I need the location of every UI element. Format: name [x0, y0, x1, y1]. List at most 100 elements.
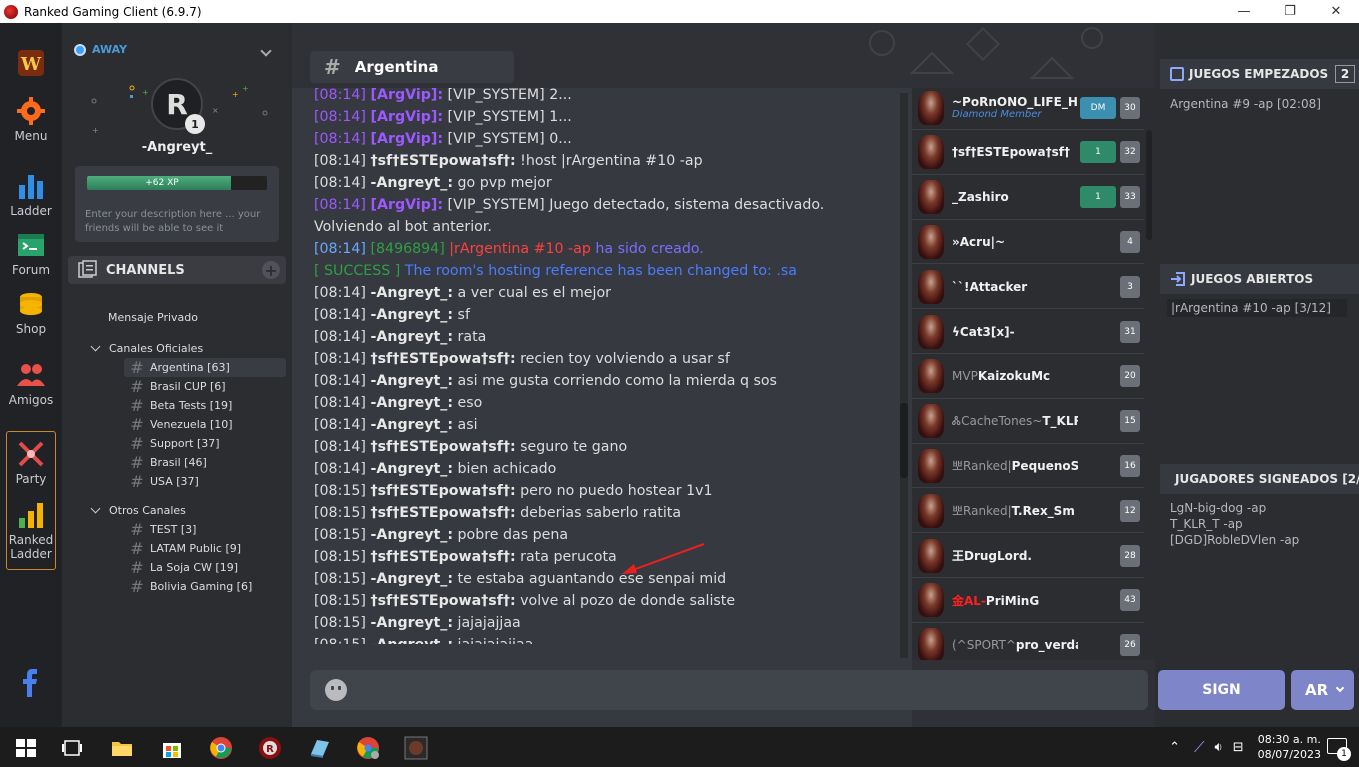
message-text: [VIP_SYSTEM] 2... — [447, 87, 572, 103]
hash-icon: # — [130, 415, 144, 434]
open-game-item[interactable]: |rArgentina #10 -ap [3/12] — [1171, 300, 1343, 316]
chat-message: [08:14] -Angreyt_: rata — [314, 326, 894, 348]
group-official[interactable]: Canales Oficiales — [62, 339, 292, 358]
user-prefix: 뽀Ranked| — [952, 504, 1012, 519]
channel-item[interactable]: # USA [37] — [124, 472, 286, 491]
channel-item[interactable]: # TEST [3] — [124, 520, 286, 539]
channel-item[interactable]: # La Soja CW [19] — [124, 558, 286, 577]
message-timestamp: [08:14] — [314, 241, 366, 257]
network-icon[interactable]: ⊟ — [1233, 740, 1244, 755]
nav-party[interactable]: Party — [0, 439, 62, 486]
message-author: †sf†ESTEpowa†sf†: — [370, 153, 516, 169]
chevron-up-icon[interactable]: ⌃ — [1169, 740, 1180, 755]
message-input[interactable] — [310, 670, 1148, 710]
message-author: -Angreyt_: — [370, 527, 454, 543]
emoji-icon[interactable] — [325, 679, 347, 701]
clock[interactable]: 08:30 a. m. 08/07/2023 — [1258, 732, 1321, 762]
channel-item[interactable]: # LATAM Public [9] — [124, 539, 286, 558]
message-text: eso — [457, 395, 483, 411]
user-list-scrollbar[interactable] — [1146, 90, 1152, 658]
user-name-text: KaizokuMc — [977, 369, 1051, 384]
private-message-item[interactable]: Mensaje Privado — [62, 303, 292, 331]
user-row[interactable]: 뽀Ranked|PequenoS 16 — [912, 444, 1144, 489]
started-game-item[interactable]: Argentina #9 -ap [02:08] — [1170, 96, 1321, 112]
feather-icon[interactable]: ⟋ — [1194, 738, 1205, 756]
channel-item[interactable]: # Venezuela [10] — [124, 415, 286, 434]
channel-item[interactable]: # Brasil [46] — [124, 453, 286, 472]
warcraft-game-icon[interactable] — [404, 736, 428, 760]
nav-menu[interactable]: Menu — [0, 96, 62, 143]
user-scroll-thumb[interactable] — [1146, 130, 1152, 240]
nav-ranked-ladder[interactable]: Ranked Ladder — [0, 500, 62, 561]
close-button[interactable]: ✕ — [1313, 0, 1359, 23]
chat-scroll-thumb[interactable] — [900, 403, 908, 478]
left-nav: W Menu Ladder Forum Shop Amigos Party Ra… — [0, 23, 62, 727]
user-name: _Zashiro — [952, 190, 1078, 204]
user-row[interactable]: 金AL-PriMinG 43 — [912, 579, 1144, 623]
user-row[interactable]: ~PoRnONO_LIFE_HIGDiamond MemberDM30 — [912, 88, 1144, 130]
nav-ladder[interactable]: Ladder — [0, 171, 62, 218]
signed-player-item[interactable]: [DGD]RobleDVlen -ap — [1170, 532, 1299, 548]
user-avatar-icon — [918, 314, 944, 349]
chat-area: # Argentina [08:14] [ArgVip]: [VIP_SYSTE… — [292, 23, 1156, 727]
chrome-icon[interactable] — [209, 736, 233, 760]
status-selector[interactable]: AWAY — [74, 43, 127, 56]
notification-count: 1 — [1337, 747, 1351, 761]
user-row[interactable]: 王DrugLord. 28 — [912, 534, 1144, 578]
user-row[interactable]: ``!Attacker 3 — [912, 265, 1144, 310]
user-row[interactable]: (^SPORT^pro_verda 26 — [912, 624, 1144, 660]
channel-item[interactable]: # Argentina [63] — [124, 358, 286, 377]
message-timestamp: [08:14] — [314, 307, 366, 323]
description-input[interactable]: Enter your description here ... your fri… — [85, 208, 275, 236]
store-icon[interactable] — [160, 736, 184, 760]
user-prefix: 뽀Ranked| — [952, 459, 1012, 474]
svg-text:+: + — [92, 126, 99, 135]
maximize-button[interactable]: ❐ — [1267, 0, 1313, 23]
warcraft-logo[interactable]: W — [0, 48, 62, 81]
chat-scrollbar[interactable] — [900, 93, 908, 658]
user-row[interactable]: _Zashiro 1 33 — [912, 176, 1144, 220]
channel-item[interactable]: # Support [37] — [124, 434, 286, 453]
task-view-icon[interactable] — [60, 736, 84, 760]
signed-player-item[interactable]: LgN-big-dog -ap — [1170, 500, 1299, 516]
user-row[interactable]: MVPKaizokuMc 20 — [912, 355, 1144, 399]
coins-icon — [20, 293, 42, 315]
channel-item[interactable]: # Brasil CUP [6] — [124, 377, 286, 396]
tab-argentina[interactable]: # Argentina — [310, 51, 514, 83]
ranked-client-icon[interactable]: R — [258, 736, 282, 760]
avatar[interactable]: R 1 — [151, 78, 205, 134]
channel-item[interactable]: # Bolivia Gaming [6] — [124, 577, 286, 596]
user-row[interactable]: ϟCat3[x]- 31 — [912, 310, 1144, 354]
nav-amigos[interactable]: Amigos — [0, 360, 62, 407]
user-row[interactable]: †sf†ESTEpowa†sf† 1 32 — [912, 131, 1144, 175]
facebook-link[interactable] — [0, 668, 62, 701]
user-row[interactable]: ᏜCacheTones~T_KLR 15 — [912, 400, 1144, 444]
signed-player-item[interactable]: T_KLR_T -ap — [1170, 516, 1299, 532]
nav-forum[interactable]: Forum — [0, 230, 62, 277]
nav-ladder-label: Ladder — [10, 204, 52, 218]
nav-shop[interactable]: Shop — [0, 289, 62, 336]
minimize-button[interactable]: — — [1221, 0, 1267, 23]
message-timestamp: [08:14] — [314, 197, 366, 213]
app-icon[interactable] — [307, 736, 331, 760]
language-select[interactable]: AR — [1291, 670, 1354, 710]
chat-message: [08:14] [ArgVip]: [VIP_SYSTEM] 0... — [314, 128, 894, 150]
message-author: †sf†ESTEpowa†sf†: — [370, 593, 516, 609]
message-author: -Angreyt_: — [370, 285, 454, 301]
user-row[interactable]: »Acru|~ 4 — [912, 220, 1144, 265]
user-name-text: ``!Attacker — [952, 279, 1028, 294]
message-author: †sf†ESTEpowa†sf†: — [370, 439, 516, 455]
message-author: -Angreyt_: — [370, 417, 454, 433]
channel-item[interactable]: # Beta Tests [19] — [124, 396, 286, 415]
volume-icon[interactable]: 🔉︎ — [1214, 740, 1222, 755]
group-other[interactable]: Otros Canales — [62, 501, 292, 520]
chevron-down-icon[interactable] — [260, 45, 272, 57]
add-channel-button[interactable]: + — [262, 261, 280, 280]
hash-icon: # — [130, 539, 144, 558]
sign-button[interactable]: SIGN — [1158, 670, 1285, 710]
windows-start-icon[interactable] — [14, 736, 38, 760]
chrome-profile-icon[interactable] — [356, 736, 380, 760]
file-explorer-icon[interactable] — [110, 736, 134, 760]
user-row[interactable]: 뽀Ranked|T.Rex_Sm 12 — [912, 489, 1144, 534]
message-timestamp: [08:15] — [314, 527, 366, 543]
